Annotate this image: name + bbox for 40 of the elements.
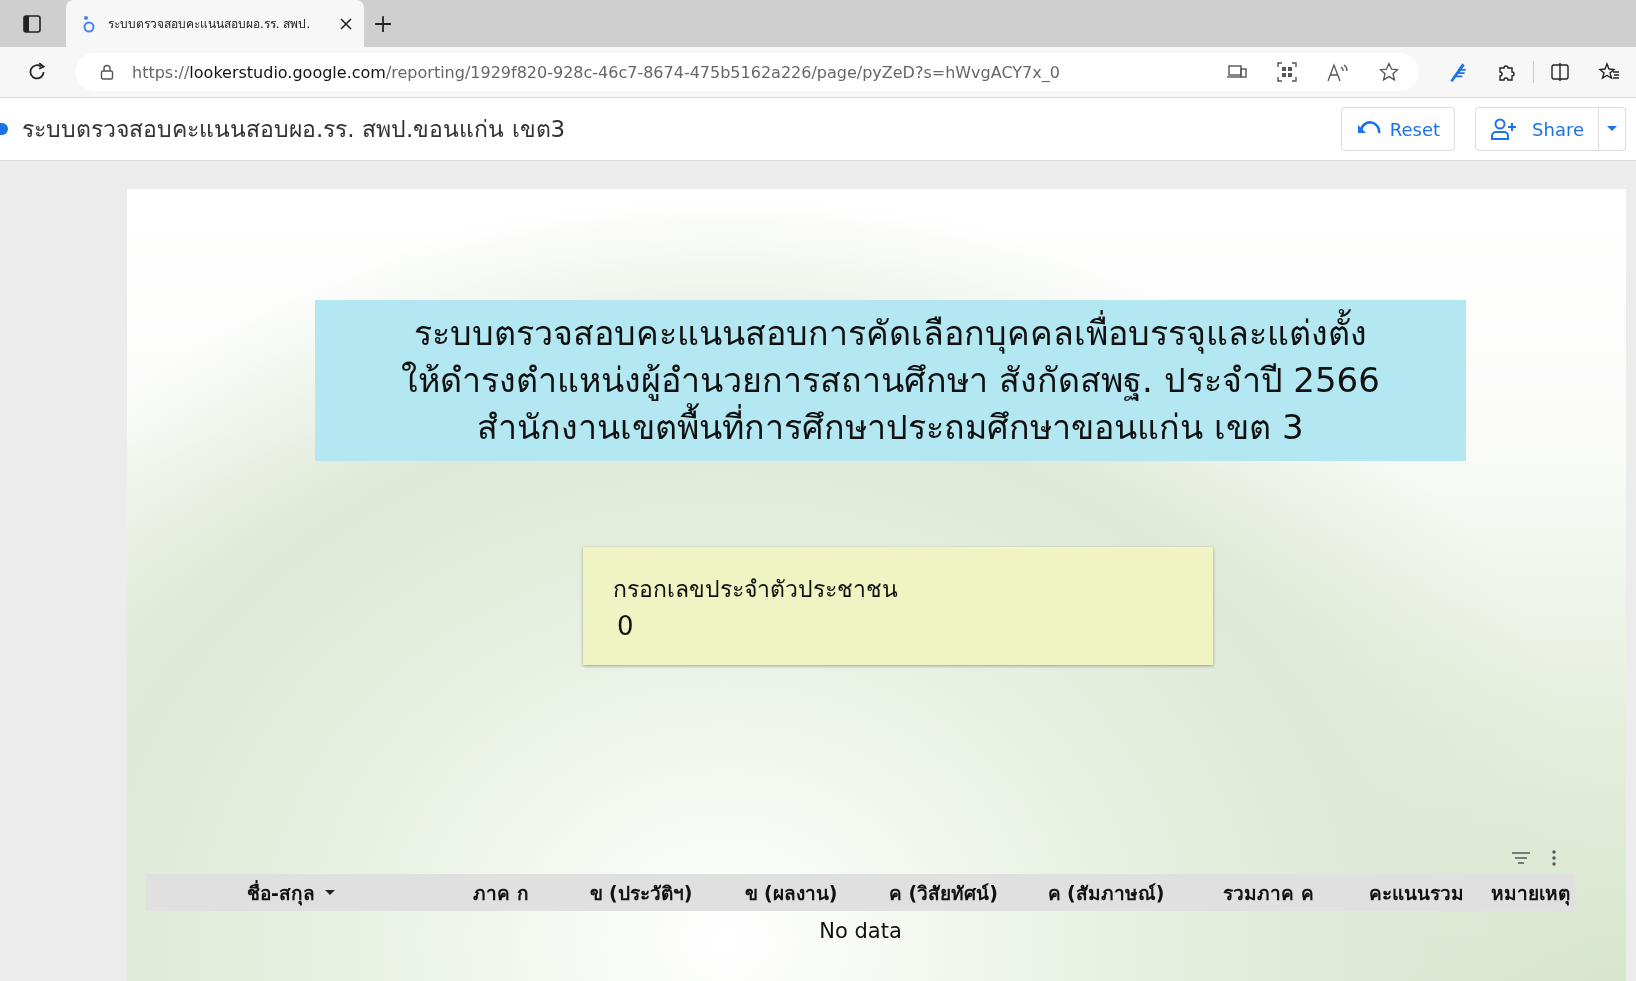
logo-icon	[0, 123, 8, 135]
report-title: ระบบตรวจสอบคะแนนสอบผอ.รร. สพป.ขอนแก่น เขต3	[22, 115, 567, 144]
input-field[interactable]: 0	[613, 607, 1183, 643]
new-tab-icon[interactable]	[374, 14, 392, 33]
column-header[interactable]: ค (วิสัยทัศน์)	[866, 877, 1021, 908]
column-header[interactable]: หมายเหตุ	[1486, 877, 1575, 908]
column-header[interactable]: ค (สัมภาษณ์)	[1021, 877, 1191, 908]
split-screen-icon[interactable]	[1550, 62, 1570, 82]
more-icon[interactable]	[1552, 850, 1556, 866]
looker-logo-icon	[82, 14, 96, 33]
address-bar[interactable]: https://lookerstudio.google.com/reporting/1929f820-928c-46c7-8674-475b5162a226/page/pyZeD?s=hWvgACY7x_0	[76, 53, 1419, 91]
column-header[interactable]: ภาค ก	[436, 877, 566, 908]
caret-icon	[1607, 126, 1617, 132]
add-person-icon	[1490, 118, 1519, 140]
tab-actions-icon[interactable]	[22, 13, 42, 34]
apps-grid-icon[interactable]	[1277, 62, 1297, 82]
column-header[interactable]: ข (ผลงาน)	[716, 877, 866, 908]
star-icon[interactable]	[1379, 62, 1399, 82]
device-icon[interactable]	[1227, 64, 1247, 80]
column-header[interactable]: รวมภาค ค	[1191, 877, 1346, 908]
browser-tab[interactable]: ระบบตรวจสอบคะแนนสอบผอ.รร. สพป.	[66, 0, 364, 47]
read-aloud-icon[interactable]	[1327, 62, 1349, 82]
puzzle-icon[interactable]	[1497, 62, 1517, 82]
column-header[interactable]: ข (ประวัติฯ)	[566, 877, 716, 908]
url-text: https://lookerstudio.google.com/reporting/1929f820-928c-46c7-8674-475b5162a226/page/pyZeD?s=hWvgACY7x_0	[132, 62, 1061, 82]
banner-text: ให้ดำรงตำแหน่งผู้อำนวยการสถานศึกษา สังกัดสพฐ. ประจำปี 2566	[400, 359, 1381, 403]
pen-icon[interactable]	[1447, 61, 1469, 83]
tab-title: ระบบตรวจสอบคะแนนสอบผอ.รร. สพป.	[108, 16, 312, 33]
input-label: กรอกเลขประจำตัวประชาชน	[613, 575, 899, 604]
lock-icon	[100, 64, 114, 80]
banner-text: ระบบตรวจสอบคะแนนสอบการคัดเลือกบุคคลเพื่อบรรจุและแต่งตั้ง	[325, 310, 1456, 357]
banner-text: สำนักงานเขตพื้นที่การศึกษาประถมศึกษาขอนแก่น เขต 3	[325, 404, 1456, 451]
share-button[interactable]: Share	[1475, 107, 1599, 151]
reset-button[interactable]: Reset	[1340, 107, 1456, 151]
filter-icon[interactable]	[1512, 852, 1530, 864]
close-icon[interactable]	[340, 17, 352, 30]
favorites-icon[interactable]	[1598, 62, 1620, 82]
empty-message: No data	[818, 919, 903, 943]
column-header[interactable]: คะแนนรวม	[1346, 877, 1486, 908]
column-header[interactable]: ชื่อ-สกุล	[146, 877, 436, 908]
